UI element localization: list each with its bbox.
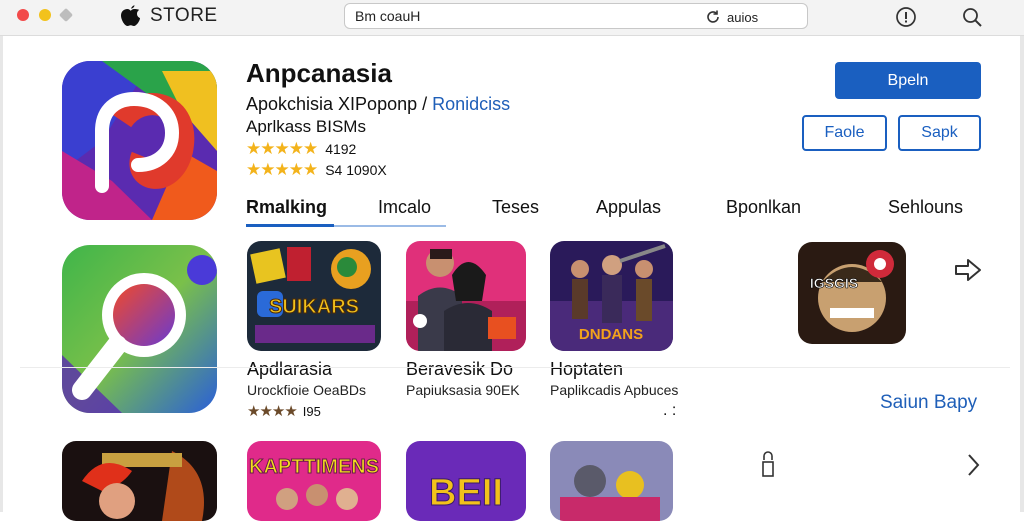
search-right-label: auios xyxy=(727,9,759,25)
tab-6[interactable]: Sehlouns xyxy=(888,197,963,218)
heroes-artwork: DNDANS xyxy=(550,241,673,351)
apple-logo-icon xyxy=(121,5,140,26)
game-artwork: SUIKARS xyxy=(247,241,381,351)
secondary-button-1[interactable]: Faole xyxy=(802,115,887,151)
arrow-right-icon[interactable] xyxy=(954,258,982,282)
app-card-artwork[interactable]: SUIKARS xyxy=(247,241,381,351)
store-label: STORE xyxy=(150,5,218,26)
store-brand: STORE xyxy=(118,5,218,27)
app-card-artwork[interactable]: DNDANS xyxy=(550,241,673,351)
see-all-link[interactable]: Saiun Bapy xyxy=(880,392,977,414)
team-artwork: KAPTTIMENS xyxy=(247,441,381,521)
app-title: Anpcanasia xyxy=(246,58,392,88)
artwork-text: SUIKARS xyxy=(269,296,359,318)
app-rating: ★★★★ I95 xyxy=(247,402,321,420)
warrior-artwork xyxy=(62,441,217,521)
rating-value: I95 xyxy=(302,403,321,419)
reload-group[interactable]: auios xyxy=(705,9,758,25)
rating-value-1: 4192 xyxy=(325,141,357,157)
app-card-artwork[interactable] xyxy=(62,441,217,521)
minimize-window-button[interactable] xyxy=(39,9,51,21)
rating-value-2: S4 1090X xyxy=(325,162,387,178)
search-query: Bm coauH xyxy=(355,8,421,24)
app-card-artwork[interactable] xyxy=(550,441,673,521)
app-title: Beravesik Do xyxy=(406,359,514,379)
lock-icon xyxy=(762,451,774,477)
app-subtitle: Paplikcadis Apbuces xyxy=(550,382,679,398)
app-icon-main[interactable] xyxy=(62,61,217,220)
artwork-text: IGSGIS xyxy=(810,275,858,291)
app-subtitle: Papiuksasia 90EK xyxy=(406,382,520,398)
tab-ranking[interactable]: Rmalking xyxy=(246,197,327,218)
logo-artwork: BEII xyxy=(406,441,526,521)
left-edge xyxy=(0,36,3,512)
swirl-app-icon xyxy=(62,61,217,220)
tab-5[interactable]: Bponlkan xyxy=(726,197,801,218)
rating-row-2: ★★★★★ S4 1090X xyxy=(246,160,387,180)
app-title: Hoptaten xyxy=(550,359,624,379)
tab-3[interactable]: Teses xyxy=(492,197,539,218)
artwork-text: KAPTTIMENS xyxy=(249,456,379,478)
star-rating-icon: ★★★★ xyxy=(247,403,298,420)
developer-link[interactable]: Ronidciss xyxy=(432,94,510,114)
app-icon-secondary[interactable] xyxy=(62,245,217,413)
search-icon[interactable] xyxy=(961,6,983,28)
section-divider xyxy=(20,367,1010,368)
app-category: Aprlkass BISMs xyxy=(246,117,366,136)
app-card-artwork[interactable]: IGSGIS xyxy=(798,242,906,344)
dots-indicator: . : xyxy=(663,402,677,419)
tab-active-indicator xyxy=(246,224,334,227)
window-toolbar: STORE Bm coauH auios xyxy=(0,0,1024,36)
secondary-button-2[interactable]: Sapk xyxy=(898,115,981,151)
villain-artwork: IGSGIS xyxy=(798,242,906,344)
app-subtitle: Urockfioie OeaBDs xyxy=(247,382,367,398)
chevron-right-icon[interactable] xyxy=(965,452,981,478)
scrollbar[interactable] xyxy=(1020,36,1024,512)
star-rating-icon: ★★★★★ xyxy=(246,139,318,158)
app-card-artwork[interactable]: BEII xyxy=(406,441,526,521)
close-window-button[interactable] xyxy=(17,9,29,21)
app-developer: Apokchisia XIPoponp / xyxy=(246,94,428,114)
tab-4[interactable]: Appulas xyxy=(596,197,661,218)
battle-artwork xyxy=(550,441,673,521)
characters-artwork xyxy=(406,241,526,351)
search-field[interactable]: Bm coauH auios xyxy=(344,3,808,29)
magnifier-app-icon xyxy=(62,245,217,413)
rating-row-1: ★★★★★ 4192 xyxy=(246,139,356,159)
star-rating-icon: ★★★★★ xyxy=(246,160,318,179)
app-subtitle: Apokchisia XIPoponp / Ronidciss xyxy=(246,94,510,115)
info-icon[interactable] xyxy=(895,6,917,28)
app-title: Apdlarasia xyxy=(247,359,333,379)
artwork-text: DNDANS xyxy=(579,326,643,343)
tab-2[interactable]: Imcalo xyxy=(378,197,431,218)
get-button[interactable]: Bpeln xyxy=(835,62,981,99)
artwork-text: BEII xyxy=(429,472,503,514)
reload-icon[interactable] xyxy=(705,9,721,25)
app-card-artwork[interactable]: KAPTTIMENS xyxy=(247,441,381,521)
zoom-window-button[interactable] xyxy=(58,7,74,23)
app-card-artwork[interactable] xyxy=(406,241,526,351)
